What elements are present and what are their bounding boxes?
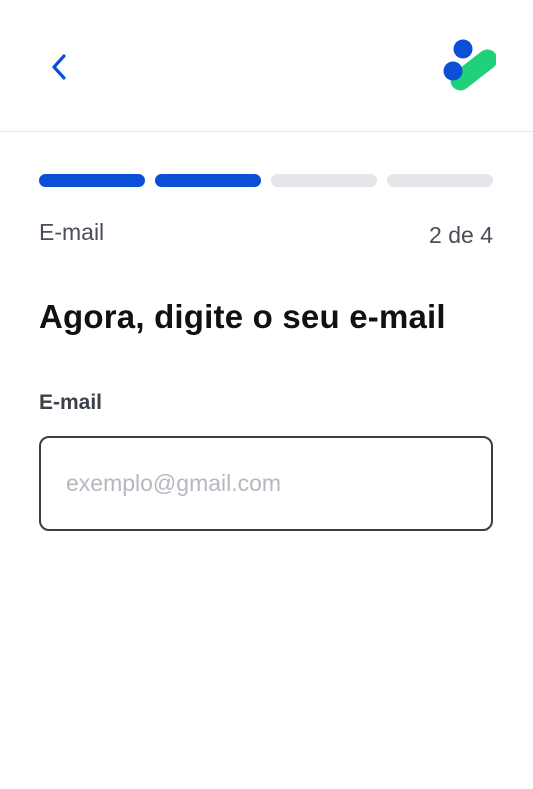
email-field-label: E-mail <box>39 391 103 414</box>
progress-segment <box>387 174 493 187</box>
page-title: Agora, digite o seu e-mail <box>39 298 446 335</box>
brand-logo-icon <box>443 39 498 91</box>
step-progress-bar <box>39 174 493 187</box>
back-button[interactable] <box>36 44 82 90</box>
email-field-container[interactable] <box>39 436 493 531</box>
progress-segment <box>39 174 145 187</box>
progress-segment <box>155 174 261 187</box>
app-header <box>0 0 533 132</box>
brand-logo <box>440 38 498 96</box>
email-field[interactable] <box>41 438 491 529</box>
chevron-left-icon <box>52 54 66 80</box>
step-counter: 2 de 4 <box>429 222 493 248</box>
step-label: E-mail <box>39 219 105 245</box>
progress-segment <box>271 174 377 187</box>
